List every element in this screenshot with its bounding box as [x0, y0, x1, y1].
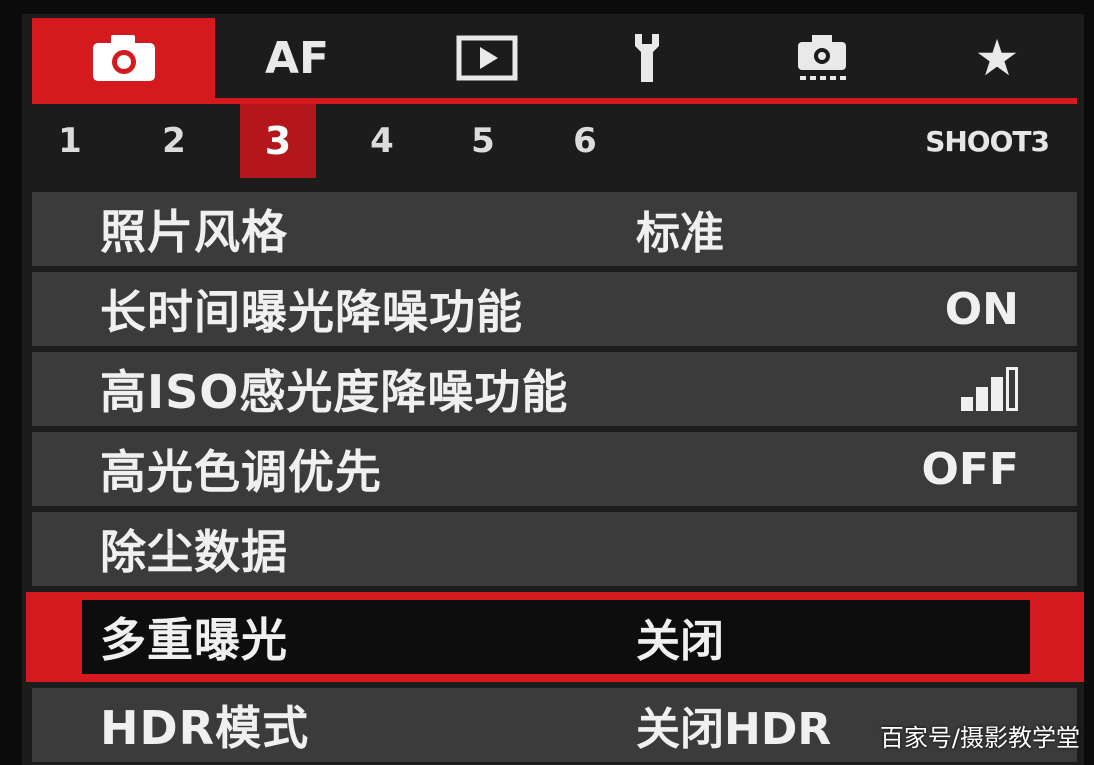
tab-setup[interactable] — [597, 18, 697, 98]
menu-item-long-exposure-nr[interactable]: 长时间曝光降噪功能 ON — [32, 272, 1077, 346]
menu-item-dust-delete-data[interactable]: 除尘数据 — [32, 512, 1077, 586]
tab-af[interactable]: AF — [237, 18, 357, 98]
menu-item-highlight-tone-priority[interactable]: 高光色调优先 OFF — [32, 432, 1077, 506]
watermark: 百家号/摄影教学堂 — [879, 724, 1080, 752]
menu-item-label: 高ISO感光度降噪功能 — [100, 365, 569, 419]
menu-item-label: HDR模式 — [100, 701, 310, 755]
menu-item-high-iso-nr[interactable]: 高ISO感光度降噪功能 — [32, 352, 1077, 426]
menu-item-label: 除尘数据 — [100, 525, 288, 579]
category-tab-bar: AF ★ — [32, 18, 1084, 98]
page-tab-2[interactable]: 2 — [136, 104, 212, 178]
tab-custom[interactable] — [772, 18, 872, 98]
nr-level-bar — [1006, 367, 1018, 411]
wrench-icon — [635, 34, 659, 82]
page-tab-4[interactable]: 4 — [344, 104, 420, 178]
tab-mymenu[interactable]: ★ — [947, 18, 1047, 98]
page-code: SHOOT3 — [925, 124, 1050, 158]
menu-item-value: 关闭 — [636, 616, 724, 667]
play-icon — [456, 35, 518, 81]
page-tab-5[interactable]: 5 — [445, 104, 521, 178]
menu-item-value: ON — [944, 283, 1019, 335]
menu-item-label: 照片风格 — [100, 205, 288, 259]
camera-icon — [92, 35, 155, 81]
page-tab-6[interactable]: 6 — [547, 104, 623, 178]
nr-level-bar — [991, 377, 1003, 411]
menu-item-picture-style[interactable]: 照片风格 标准 — [32, 192, 1077, 266]
camera-menu-screen: AF ★ 1 2 3 4 5 6 SHOOT3 照片风格 标准 长时间曝光降噪功… — [22, 14, 1084, 765]
page-tab-1[interactable]: 1 — [32, 104, 108, 178]
menu-item-value: 标准 — [636, 208, 724, 259]
menu-item-label: 多重曝光 — [100, 613, 288, 667]
page-tab-row: 1 2 3 4 5 6 SHOOT3 — [32, 104, 1077, 178]
menu-item-label: 长时间曝光降噪功能 — [100, 285, 523, 339]
star-icon: ★ — [974, 29, 1020, 87]
menu-item-label: 高光色调优先 — [100, 445, 382, 499]
nr-level-bar — [976, 387, 988, 411]
tab-shooting[interactable] — [32, 18, 215, 98]
nr-level-bars-icon — [961, 367, 1019, 411]
nr-level-bar — [961, 397, 973, 411]
menu-item-value: OFF — [921, 443, 1019, 495]
menu-item-value: 关闭HDR — [636, 704, 832, 755]
af-icon: AF — [264, 32, 330, 84]
tab-playback[interactable] — [427, 18, 547, 98]
menu-item-multiple-exposure[interactable]: 多重曝光 关闭 — [26, 592, 1084, 682]
custom-camera-icon — [798, 35, 846, 80]
page-tab-3[interactable]: 3 — [240, 104, 316, 178]
